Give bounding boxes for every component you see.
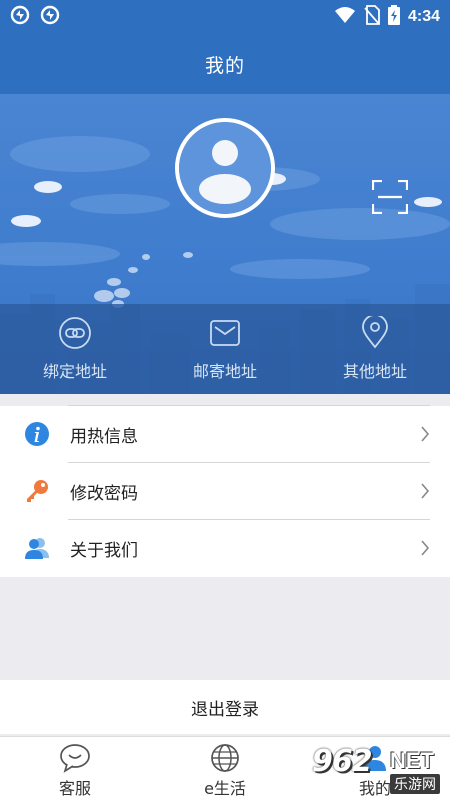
watermark-logo: 962 NET 乐游网 <box>312 744 450 798</box>
menu-item-label: 关于我们 <box>70 541 138 561</box>
tab-e-life[interactable]: e生活 <box>150 737 300 800</box>
chevron-right-icon <box>421 540 430 556</box>
watermark-number: 962 <box>312 744 373 779</box>
status-right: 4:34 <box>334 5 440 29</box>
bind-address-button[interactable]: 绑定地址 <box>0 304 150 394</box>
address-tab-label: 绑定地址 <box>42 362 107 381</box>
tab-label: 客服 <box>58 779 91 798</box>
menu-item-change-password[interactable]: 修改密码 <box>0 463 450 520</box>
status-bar: 4:34 <box>0 0 450 34</box>
scan-icon[interactable] <box>371 179 409 215</box>
address-tab-label: 邮寄地址 <box>192 362 257 381</box>
tab-label: e生活 <box>204 779 246 798</box>
settings-menu: 用热信息 修改密码 关于我们 <box>0 405 450 577</box>
link-icon <box>58 316 92 350</box>
address-tab-label: 其他地址 <box>342 362 407 381</box>
menu-item-label: 用热信息 <box>70 427 138 447</box>
mail-icon <box>208 316 242 350</box>
location-pin-icon <box>358 316 392 350</box>
wifi-icon <box>334 6 356 28</box>
status-time: 4:34 <box>407 8 440 25</box>
watermark-net: NET <box>390 748 434 773</box>
chat-icon <box>59 743 91 773</box>
status-left <box>10 5 60 29</box>
menu-item-heating-info[interactable]: 用热信息 <box>0 406 450 463</box>
sync-icon <box>10 5 30 29</box>
no-sim-icon <box>364 5 380 29</box>
menu-item-about-us[interactable]: 关于我们 <box>0 520 450 577</box>
other-address-button[interactable]: 其他地址 <box>300 304 450 394</box>
user-avatar-icon[interactable] <box>175 118 275 218</box>
profile-header: 绑定地址 邮寄地址 其他地址 <box>0 94 450 394</box>
tab-customer-service[interactable]: 客服 <box>0 737 150 800</box>
globe-icon <box>209 743 241 773</box>
watermark-sub: 乐游网 <box>390 774 440 794</box>
key-icon <box>24 478 50 504</box>
address-tabs: 绑定地址 邮寄地址 其他地址 <box>0 304 450 394</box>
page-title: 我的 <box>204 54 245 77</box>
users-icon <box>24 535 50 561</box>
watermark-logo-text: 962 <box>312 744 373 779</box>
menu-item-label: 修改密码 <box>70 484 138 504</box>
sync-icon <box>40 5 60 29</box>
info-icon <box>24 421 50 447</box>
mail-address-button[interactable]: 邮寄地址 <box>150 304 300 394</box>
battery-charging-icon <box>387 5 400 29</box>
chevron-right-icon <box>421 483 430 499</box>
chevron-right-icon <box>421 426 430 442</box>
title-bar: 我的 <box>0 34 450 94</box>
logout-button[interactable]: 退出登录 <box>0 680 450 734</box>
